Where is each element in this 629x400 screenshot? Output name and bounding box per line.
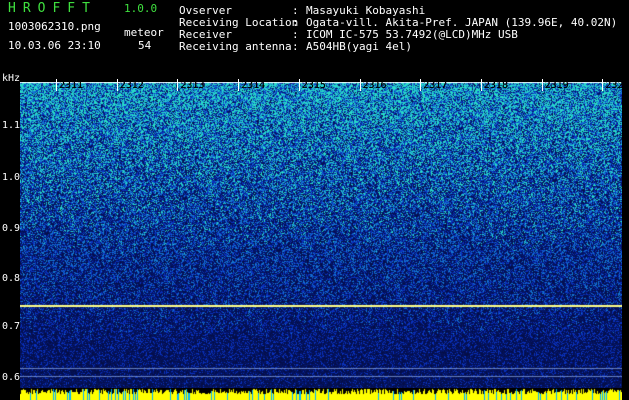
y-tick-label: 0.7	[2, 321, 21, 332]
x-tick-mark	[56, 79, 57, 91]
x-tick-mark	[420, 79, 422, 91]
x-tick-mark	[298, 79, 300, 91]
antenna-value: A504HB(yagi 4el)	[306, 40, 412, 53]
y-tick-label: 0.6	[2, 372, 21, 383]
antenna-key: Receiving antenna	[179, 40, 292, 53]
antenna-sep: :	[292, 40, 299, 53]
x-tick-mark	[177, 79, 179, 91]
y-tick-label: 1.1	[2, 120, 21, 131]
meteor-detection-strip	[20, 388, 622, 400]
app-title: HROFFT	[8, 1, 97, 16]
x-tick-mark	[238, 79, 240, 91]
spectrogram-canvas	[20, 82, 622, 392]
y-tick-label: 0.9	[2, 223, 21, 234]
x-tick-label: 2319	[544, 80, 569, 91]
x-tick-mark	[541, 79, 543, 91]
x-tick-mark	[359, 79, 361, 91]
x-tick-label: 2314	[241, 80, 266, 91]
y-tick-label: 0.8	[2, 273, 21, 284]
x-tick-mark	[116, 79, 118, 91]
x-tick-label: 2315	[301, 80, 326, 91]
x-tick-mark	[602, 79, 604, 91]
y-tick-label: 1.0	[2, 172, 21, 183]
x-tick-label: 2311	[59, 80, 84, 91]
observation-timestamp: 10.03.06 23:10	[8, 39, 101, 52]
hrofft-window: HROFFT 1.0.0 1003062310.png 10.03.06 23:…	[0, 0, 629, 400]
y-axis-unit: kHz	[2, 73, 21, 84]
x-tick-label: 2313	[180, 80, 205, 91]
image-filename: 1003062310.png	[8, 20, 101, 33]
x-tick-label: 2316	[362, 80, 387, 91]
x-tick-label: 2320	[605, 80, 629, 91]
x-tick-label: 2317	[423, 80, 448, 91]
meteor-count: 54	[138, 39, 152, 52]
x-tick-label: 2312	[119, 80, 144, 91]
x-tick-label: 2318	[483, 80, 508, 91]
app-version: 1.0.0	[124, 2, 158, 15]
x-tick-mark	[480, 79, 482, 91]
meteor-label: meteor	[124, 26, 164, 39]
